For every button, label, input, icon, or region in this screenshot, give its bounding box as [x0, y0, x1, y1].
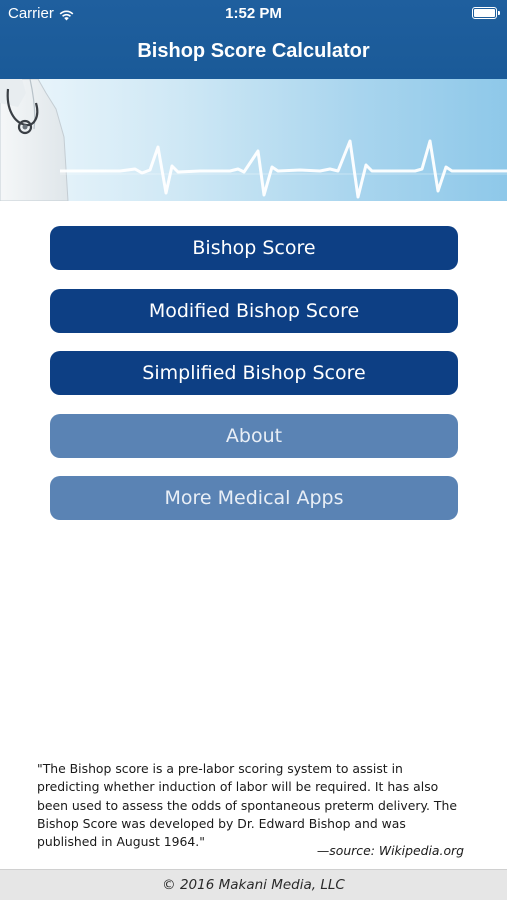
modified-bishop-score-button[interactable]: Modified Bishop Score — [50, 288, 458, 333]
page-title: Bishop Score Calculator — [137, 40, 370, 62]
status-time: 1:52 PM — [225, 5, 282, 22]
bishop-score-button[interactable]: Bishop Score — [50, 226, 458, 270]
heartbeat-line — [60, 139, 507, 199]
about-button[interactable]: About — [50, 413, 458, 458]
more-medical-apps-button[interactable]: More Medical Apps — [50, 476, 458, 520]
battery-icon — [472, 7, 500, 19]
simplified-bishop-score-button[interactable]: Simplified Bishop Score — [50, 351, 458, 395]
banner-illustration — [0, 79, 507, 201]
top-bar: Carrier 1:52 PM Bishop Score Calculator — [0, 0, 507, 79]
status-bar: Carrier 1:52 PM — [0, 0, 507, 28]
header-banner — [0, 79, 507, 201]
doctor-icon — [0, 79, 69, 201]
battery-fill — [474, 9, 495, 17]
bishop-score-quote: "The Bishop score is a pre-labor scoring… — [37, 761, 457, 850]
footer-copyright: © 2016 Makani Media, LLC — [0, 869, 507, 900]
quote-source: —source: Wikipedia.org — [316, 843, 464, 858]
main-menu: Bishop Score Modified Bishop Score Simpl… — [50, 226, 458, 539]
